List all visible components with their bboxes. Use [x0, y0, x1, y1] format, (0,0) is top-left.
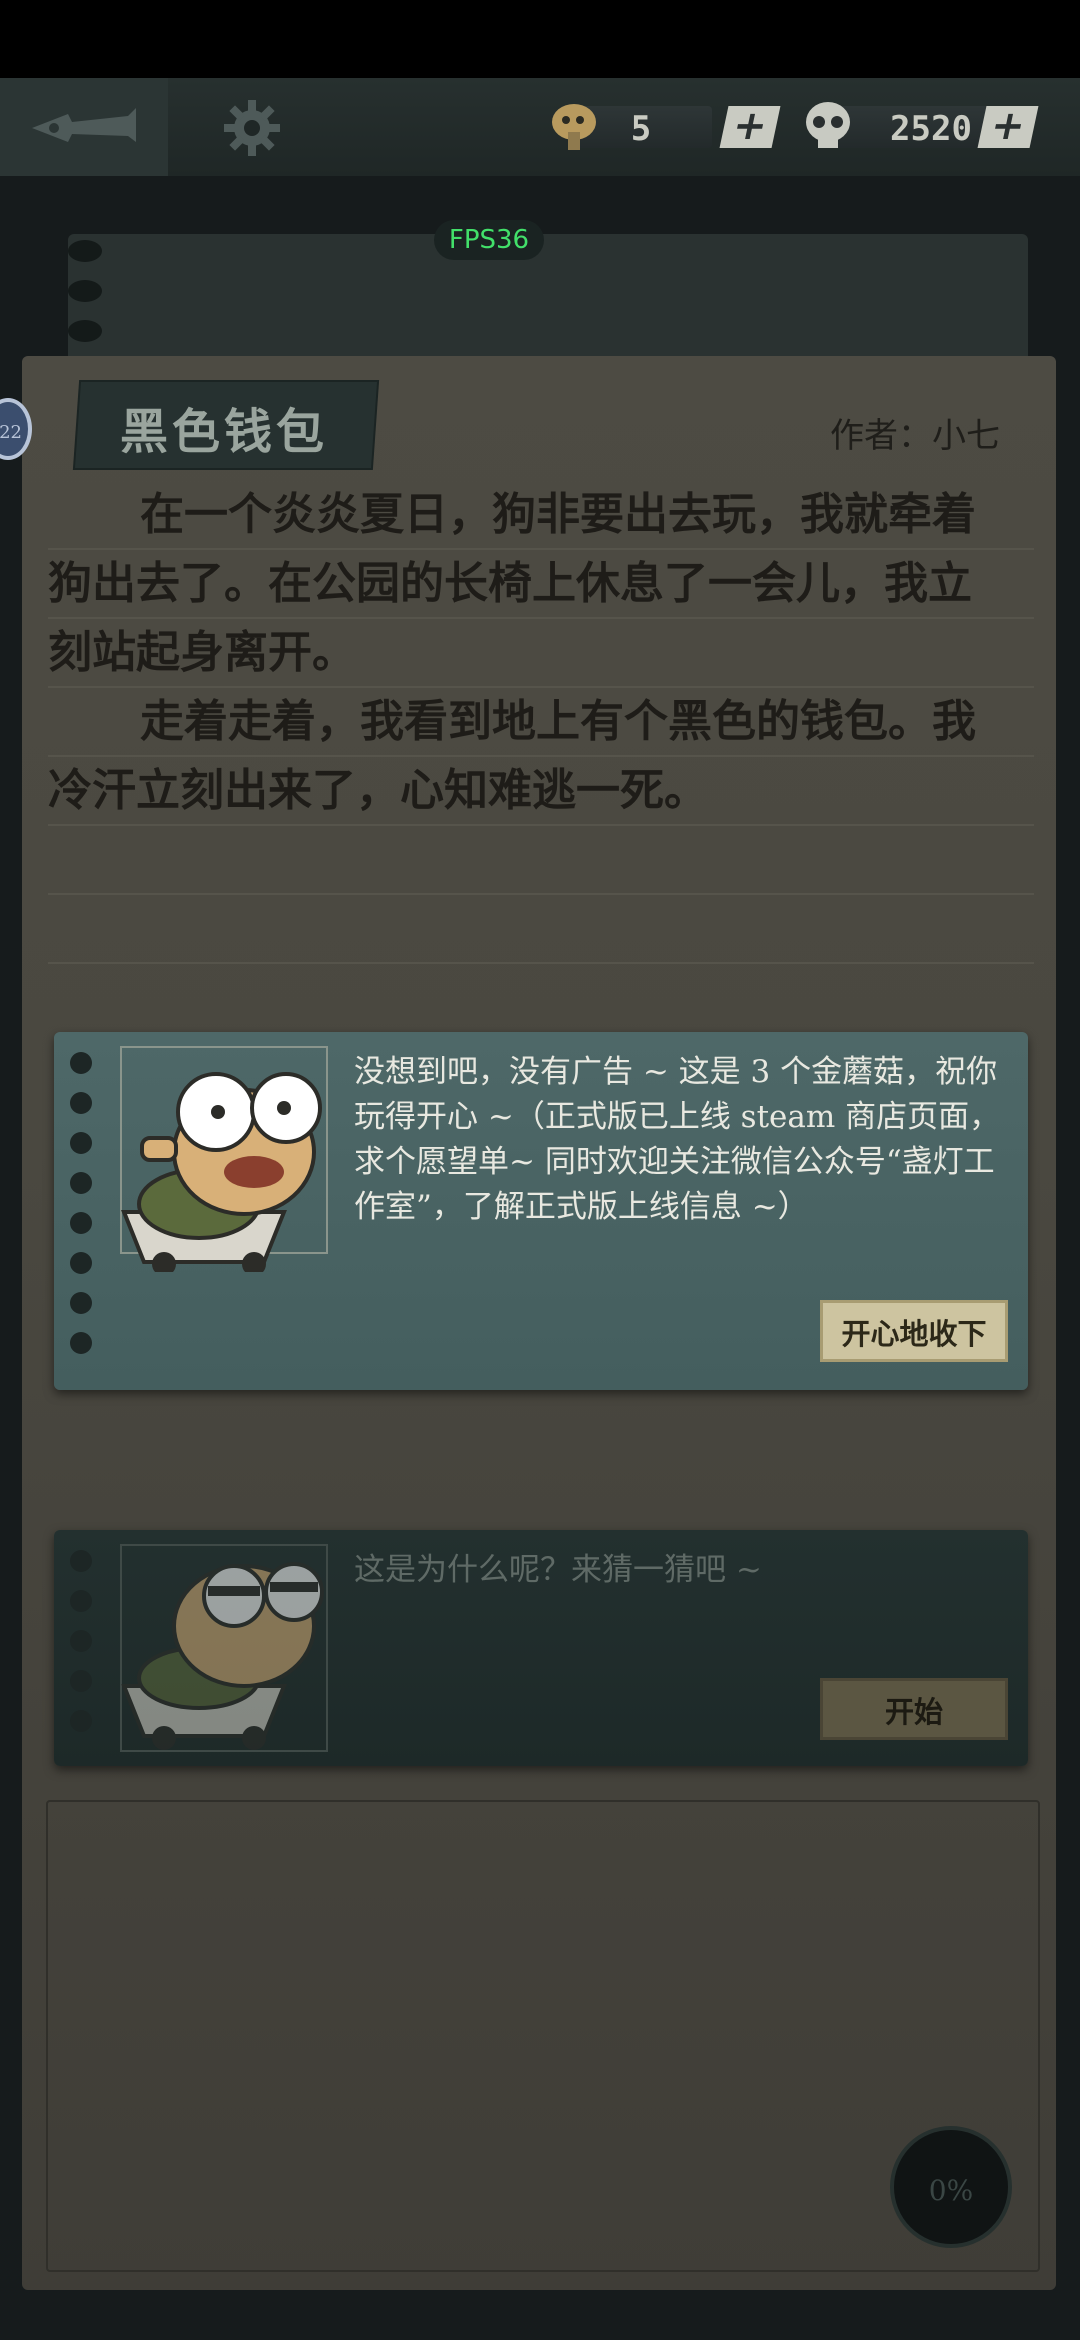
- mushroom-counter: 5 +: [546, 96, 781, 156]
- binder-rings: [68, 240, 108, 360]
- progress-indicator[interactable]: 0%: [890, 2126, 1012, 2248]
- pen-icon: [32, 108, 136, 142]
- reward-message: 没想到吧，没有广告 ~ 这是 3 个金蘑菇，祝你玩得开心 ~（正式版已上线 st…: [354, 1054, 1001, 1225]
- status-bar: [0, 0, 1080, 78]
- add-mushroom-button[interactable]: +: [719, 103, 781, 149]
- skull-count: 2520: [890, 109, 972, 149]
- previous-page: [68, 234, 1028, 374]
- fps-counter: FPS36: [434, 220, 544, 260]
- bottom-edge: [0, 2290, 1080, 2340]
- pen-button[interactable]: [0, 78, 168, 176]
- add-skull-button[interactable]: +: [977, 103, 1039, 149]
- accept-reward-button[interactable]: 开心地收下: [820, 1300, 1008, 1362]
- skull-icon: [806, 102, 850, 148]
- story-paragraph: 走着走着，我看到地上有个黑色的钱包。我冷汗立刻出来了，心知难逃一死。: [48, 696, 976, 816]
- mushroom-count: 5: [630, 109, 652, 149]
- skull-counter: 2520 +: [800, 96, 1040, 156]
- guess-prompt: 这是为什么呢？来猜一猜吧 ~: [354, 1552, 762, 1588]
- story-text: 在一个炎炎夏日，狗非要出去玩，我就牵着狗出去了。在公园的长椅上休息了一会儿，我立…: [48, 480, 1008, 825]
- settings-gear-icon[interactable]: [222, 98, 282, 158]
- story-paragraph: 在一个炎炎夏日，狗非要出去玩，我就牵着狗出去了。在公园的长椅上休息了一会儿，我立…: [48, 489, 976, 678]
- story-title: 黑色钱包: [120, 404, 329, 460]
- top-bar: 5 + 2520 +: [0, 78, 1080, 176]
- start-guess-button[interactable]: 开始: [820, 1678, 1008, 1740]
- thinking-character-icon: [121, 1562, 324, 1750]
- reward-card: 没想到吧，没有广告 ~ 这是 3 个金蘑菇，祝你玩得开心 ~（正式版已上线 st…: [54, 1032, 1028, 1390]
- guess-card: 这是为什么呢？来猜一猜吧 ~ 开始: [54, 1530, 1028, 1766]
- surprised-character-icon: [121, 1072, 322, 1272]
- story-author: 作者：小七: [830, 416, 1000, 456]
